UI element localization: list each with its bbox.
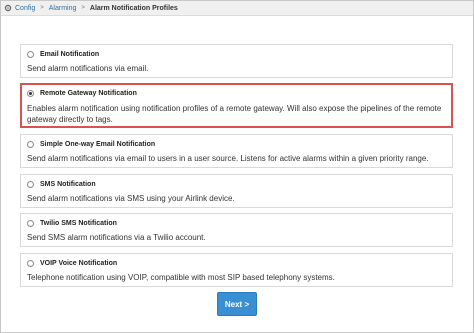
option-description: Send alarm notifications via email to us… — [27, 154, 429, 163]
option-voip-voice-notification[interactable]: VOIP Voice Notification Telephone notifi… — [20, 253, 453, 287]
breadcrumb-separator: > — [40, 5, 44, 11]
breadcrumb-config-link[interactable]: Config — [15, 5, 35, 12]
option-simple-one-way-email[interactable]: Simple One-way Email Notification Send a… — [20, 134, 453, 168]
next-button[interactable]: Next > — [217, 292, 257, 316]
breadcrumb: Config > Alarming > Alarm Notification P… — [1, 1, 473, 16]
option-email-notification[interactable]: Email Notification Send alarm notificati… — [20, 44, 453, 78]
option-description: Send alarm notifications via email. — [27, 64, 149, 73]
option-title: Twilio SMS Notification — [40, 220, 117, 227]
option-description: Telephone notification using VOIP, compa… — [27, 273, 335, 282]
option-sms-notification[interactable]: SMS Notification Send alarm notification… — [20, 174, 453, 208]
radio-button-selected[interactable] — [27, 90, 34, 97]
breadcrumb-current: Alarm Notification Profiles — [89, 4, 178, 12]
option-title: Email Notification — [40, 51, 100, 58]
option-title: Simple One-way Email Notification — [40, 141, 156, 148]
option-remote-gateway-notification[interactable]: Remote Gateway Notification Enables alar… — [20, 83, 453, 128]
option-description: Send alarm notifications via SMS using y… — [27, 194, 235, 203]
option-title: Remote Gateway Notification — [40, 90, 137, 97]
option-title: VOIP Voice Notification — [40, 260, 118, 267]
radio-button[interactable] — [27, 181, 34, 188]
option-description: Enables alarm notification using notific… — [27, 104, 442, 124]
option-title: SMS Notification — [40, 181, 96, 188]
breadcrumb-alarming-link[interactable]: Alarming — [49, 5, 77, 12]
radio-button[interactable] — [27, 220, 34, 227]
radio-button[interactable] — [27, 141, 34, 148]
radio-button[interactable] — [27, 260, 34, 267]
breadcrumb-separator: > — [81, 5, 85, 11]
radio-button[interactable] — [27, 51, 34, 58]
gear-icon — [4, 4, 12, 12]
option-twilio-sms-notification[interactable]: Twilio SMS Notification Send SMS alarm n… — [20, 213, 453, 247]
option-description: Send SMS alarm notifications via a Twili… — [27, 233, 206, 242]
